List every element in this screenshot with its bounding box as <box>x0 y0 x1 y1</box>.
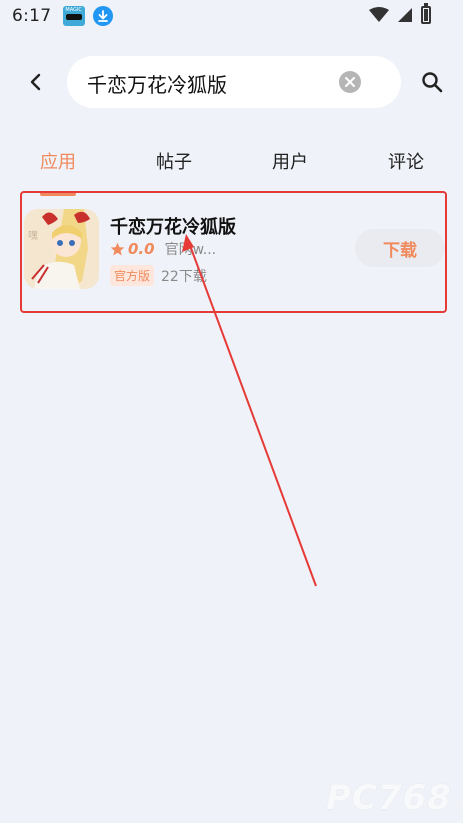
tab-posts[interactable]: 帖子 <box>156 148 192 174</box>
app-source: 官网w... <box>164 242 217 258</box>
search-icon <box>422 72 443 93</box>
clear-icon <box>345 77 355 87</box>
tag-row: 官方版 22下载 <box>110 265 207 286</box>
search-query-text[interactable]: 千恋万花冷狐版 <box>87 69 227 98</box>
app-icon[interactable]: 嘿 <box>24 209 99 289</box>
search-button[interactable] <box>418 68 446 96</box>
magic-app-status-icon: MAGIC <box>63 6 86 26</box>
download-count: 22下载 <box>161 268 207 285</box>
annotation-arrow <box>182 234 317 587</box>
rating-value: 0.0 <box>128 240 155 258</box>
official-version-badge: 官方版 <box>110 265 155 286</box>
back-button[interactable] <box>22 68 50 96</box>
search-input[interactable]: 千恋万花冷狐版 <box>67 56 401 108</box>
app-name[interactable]: 千恋万花冷狐版 <box>110 213 236 239</box>
download-status-icon <box>93 6 114 26</box>
download-button[interactable]: 下载 <box>355 229 445 267</box>
battery-icon <box>421 3 431 24</box>
back-arrow-icon <box>30 73 41 91</box>
tab-comments[interactable]: 评论 <box>388 148 424 174</box>
watermark-logo: PC768.com <box>326 778 463 818</box>
status-time: 6:17 <box>12 6 52 26</box>
tab-users[interactable]: 用户 <box>272 148 308 174</box>
wifi-icon <box>369 7 389 22</box>
search-row: 千恋万花冷狐版 <box>0 56 463 108</box>
search-result-card[interactable]: 嘿 千恋万花冷狐版 0.0 官网w... 官方版 22下载 下载 <box>20 191 447 313</box>
star-icon <box>110 242 125 255</box>
rating-row: 0.0 官网w... <box>110 239 216 259</box>
clear-search-button[interactable] <box>339 71 361 93</box>
status-bar: 6:17 MAGIC <box>0 0 463 32</box>
svg-text:嘿: 嘿 <box>28 230 38 242</box>
tab-apps[interactable]: 应用 <box>40 148 76 174</box>
status-indicators <box>369 3 431 24</box>
signal-icon <box>398 8 412 22</box>
